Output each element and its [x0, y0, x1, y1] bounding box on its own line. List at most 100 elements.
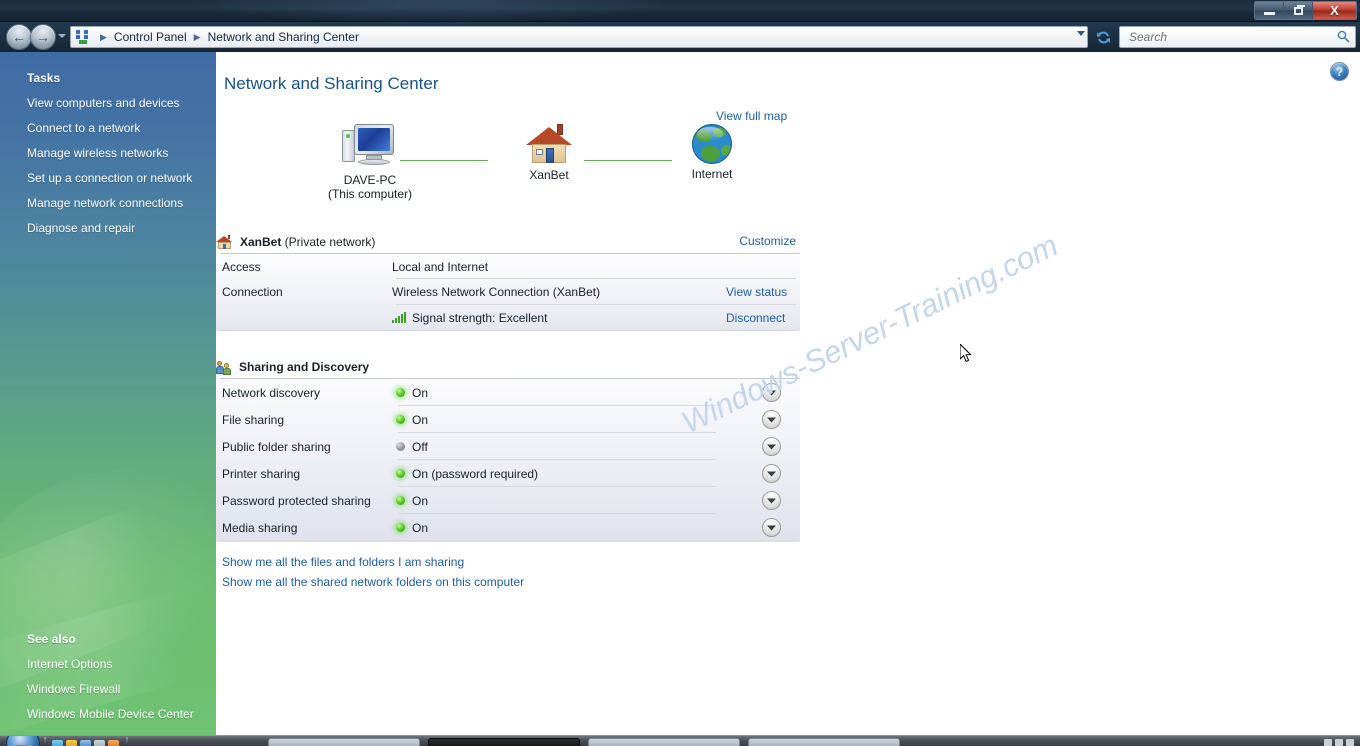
restore-icon	[1293, 4, 1305, 15]
sharing-state-public-folder-sharing: Off	[412, 439, 428, 454]
detail-key-connection: Connection	[222, 285, 283, 299]
breadcrumb-separator-1[interactable]: ▶	[189, 32, 206, 42]
sidebar-decoration-2	[0, 476, 216, 708]
sidebar-item-diagnose-and-repair[interactable]: Diagnose and repair	[27, 221, 135, 235]
map-node-internet[interactable]: Internet	[672, 124, 752, 181]
sidebar-item-manage-network-connections[interactable]: Manage network connections	[27, 196, 183, 210]
quicklaunch-icon-5[interactable]	[108, 740, 119, 746]
show-shared-network-folders-link[interactable]: Show me all the shared network folders o…	[222, 575, 524, 589]
taskbar-button-3[interactable]	[748, 738, 900, 746]
minimize-icon	[1263, 12, 1275, 15]
network-name: XanBet	[240, 235, 282, 249]
sidebar-see-also-heading: See also	[27, 632, 76, 646]
map-node-computer-sublabel: (This computer)	[327, 187, 413, 201]
chevron-down-icon	[767, 390, 776, 395]
main-content: ? Network and Sharing Center Windows-Ser…	[216, 52, 1360, 735]
map-node-computer-label: DAVE-PC	[343, 173, 397, 187]
sharing-state-password-protected-sharing: On	[412, 493, 429, 508]
explorer-window: X ← → ▶ Control Panel ▶ Network and Shar…	[0, 0, 1360, 746]
sidebar-item-set-up-a-connection[interactable]: Set up a connection or network	[27, 171, 192, 185]
disconnect-link[interactable]: Disconnect	[726, 311, 785, 325]
start-button[interactable]	[6, 736, 40, 746]
network-map: DAVE-PC (This computer) XanBet Internet	[216, 107, 816, 212]
page-title: Network and Sharing Center	[224, 74, 439, 93]
titlebar-glow	[180, 0, 680, 24]
sidebar-item-internet-options[interactable]: Internet Options	[27, 657, 112, 671]
refresh-button[interactable]	[1092, 26, 1114, 48]
taskbar-button-1[interactable]	[268, 738, 420, 746]
sharing-label-network-discovery: Network discovery	[222, 385, 321, 400]
map-node-router[interactable]: XanBet	[506, 123, 592, 182]
computer-icon	[342, 122, 398, 170]
quicklaunch-icon-4[interactable]	[94, 740, 105, 746]
people-icon	[216, 360, 232, 375]
taskbar-button-2[interactable]	[588, 738, 740, 746]
sidebar-item-connect-to-a-network[interactable]: Connect to a network	[27, 121, 140, 135]
breadcrumb-network-sharing-center[interactable]: Network and Sharing Center	[206, 30, 361, 44]
sharing-row-file-sharing: File sharing On	[216, 406, 800, 433]
show-files-folders-sharing-link[interactable]: Show me all the files and folders I am s…	[222, 555, 464, 569]
sidebar-item-windows-firewall[interactable]: Windows Firewall	[27, 682, 120, 696]
expand-media-sharing-button[interactable]	[762, 518, 781, 537]
search-icon[interactable]	[1337, 30, 1350, 46]
sidebar-tasks-heading: Tasks	[27, 71, 61, 85]
detail-row-signal-strength: Signal strength: Excellent Disconnect	[216, 305, 800, 331]
navigation-sidebar: Tasks View computers and devices Connect…	[0, 52, 216, 735]
sidebar-item-windows-mobile-device-center[interactable]: Windows Mobile Device Center	[27, 707, 194, 721]
address-toolbar: ← → ▶ Control Panel ▶ Network and Sharin…	[0, 22, 1360, 52]
sharing-label-printer-sharing: Printer sharing	[222, 466, 301, 481]
detail-value-signal: Signal strength: Excellent	[392, 311, 547, 325]
map-node-router-label: XanBet	[529, 168, 569, 182]
minimize-button[interactable]	[1255, 2, 1284, 19]
taskbar-button-active[interactable]	[428, 738, 580, 746]
system-tray	[1324, 738, 1354, 746]
close-icon: X	[1330, 3, 1339, 18]
expand-public-folder-sharing-button[interactable]	[762, 437, 781, 456]
expand-printer-sharing-button[interactable]	[762, 464, 781, 483]
map-node-internet-label: Internet	[691, 167, 733, 181]
breadcrumb-control-panel[interactable]: Control Panel	[112, 30, 189, 44]
expand-password-protected-sharing-button[interactable]	[762, 491, 781, 510]
network-details-section: XanBet (Private network) Customize Acces…	[216, 230, 800, 331]
signal-strength-text: Signal strength: Excellent	[412, 311, 548, 325]
sidebar-item-manage-wireless-networks[interactable]: Manage wireless networks	[27, 146, 168, 160]
chevron-down-icon	[767, 444, 776, 449]
taskbar	[0, 735, 1360, 746]
sharing-label-public-folder-sharing: Public folder sharing	[222, 439, 331, 454]
chevron-down-icon	[767, 471, 776, 476]
sidebar-item-view-computers-and-devices[interactable]: View computers and devices	[27, 96, 180, 110]
sharing-rows: Network discovery On File sharing On Pub…	[216, 379, 800, 541]
help-button[interactable]: ?	[1330, 62, 1349, 81]
forward-button[interactable]: →	[30, 24, 56, 50]
search-input[interactable]	[1127, 29, 1327, 45]
customize-link[interactable]: Customize	[739, 234, 796, 248]
house-icon	[216, 234, 233, 250]
sharing-discovery-section: Sharing and Discovery Network discovery …	[216, 355, 800, 589]
view-status-link[interactable]: View status	[726, 285, 787, 299]
expand-network-discovery-button[interactable]	[762, 383, 781, 402]
quicklaunch-icon-3[interactable]	[80, 740, 91, 746]
maximize-restore-button[interactable]	[1284, 2, 1313, 19]
house-icon	[526, 123, 572, 165]
close-button[interactable]: X	[1313, 2, 1356, 19]
status-indicator-off	[396, 442, 405, 451]
detail-value-connection: Wireless Network Connection (XanBet)	[392, 285, 601, 299]
sharing-label-password-protected-sharing: Password protected sharing	[222, 493, 371, 508]
quicklaunch-icon-2[interactable]	[66, 740, 77, 746]
tray-icon-1[interactable]	[1324, 738, 1332, 746]
detail-row-access: Access Local and Internet	[216, 254, 800, 279]
chevron-down-icon[interactable]	[1077, 31, 1085, 36]
tray-icon-2[interactable]	[1335, 738, 1343, 746]
expand-file-sharing-button[interactable]	[762, 410, 781, 429]
quicklaunch-separator-2	[126, 737, 128, 746]
quicklaunch-icon-1[interactable]	[52, 740, 63, 746]
panel-bottom-divider	[220, 540, 796, 541]
recent-pages-button[interactable]	[58, 34, 66, 38]
address-bar[interactable]: ▶ Control Panel ▶ Network and Sharing Ce…	[70, 26, 1088, 48]
back-button[interactable]: ←	[6, 24, 32, 50]
signal-strength-icon	[392, 312, 407, 323]
tray-icon-3[interactable]	[1346, 738, 1354, 746]
map-link-router-to-internet	[584, 159, 672, 162]
search-box[interactable]	[1119, 26, 1356, 48]
breadcrumb-separator-0[interactable]: ▶	[95, 32, 112, 42]
